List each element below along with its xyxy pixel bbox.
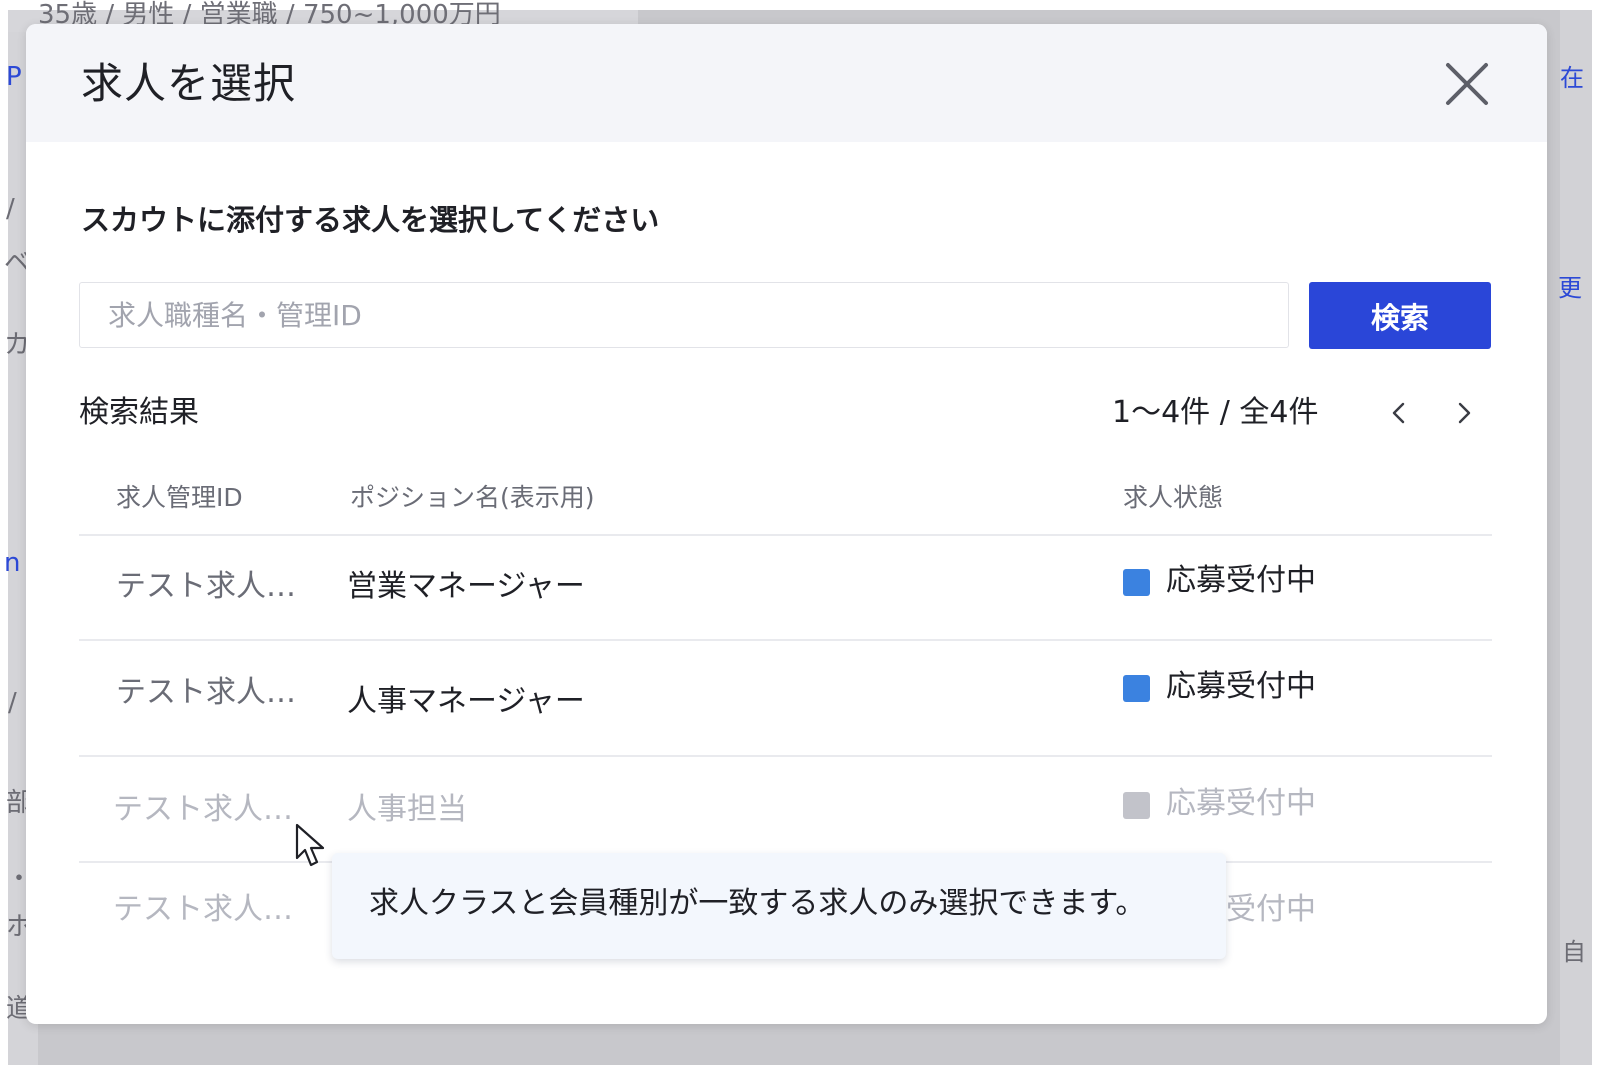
tooltip-text: 求人クラスと会員種別が一致する求人のみ選択できます。 bbox=[369, 886, 1146, 921]
table-row[interactable]: テスト求人… 営業マネージャー 応募受付中 bbox=[79, 536, 1492, 640]
status-label: 応募受付中 bbox=[1166, 786, 1316, 821]
close-button[interactable] bbox=[1444, 61, 1490, 107]
results-heading: 検索結果 bbox=[79, 395, 199, 430]
background-text: / bbox=[8, 688, 17, 718]
column-header-job-status: 求人状態 bbox=[1123, 483, 1224, 512]
search-button[interactable]: 検索 bbox=[1309, 282, 1491, 349]
status-label: 応募受付中 bbox=[1166, 669, 1316, 704]
job-select-dialog: 求人を選択 スカウトに添付する求人を選択してください 検索 検索結果 1〜4件 … bbox=[26, 24, 1547, 1024]
table-row-disabled: テスト求人… 人事担当 応募受付中 bbox=[79, 757, 1492, 861]
close-icon bbox=[1446, 63, 1488, 105]
background-text: n bbox=[4, 548, 21, 578]
background-text: / bbox=[6, 194, 15, 224]
status-indicator bbox=[1123, 675, 1150, 702]
pagination-count: 1〜4件 / 全4件 bbox=[1112, 395, 1319, 430]
job-id-cell: テスト求人… bbox=[116, 569, 296, 604]
selection-restriction-tooltip: 求人クラスと会員種別が一致する求人のみ選択できます。 bbox=[332, 853, 1226, 959]
chevron-right-icon bbox=[1458, 402, 1471, 424]
background-right-panel bbox=[1560, 10, 1592, 1065]
position-name-cell: 人事担当 bbox=[347, 792, 467, 827]
instruction-text: スカウトに添付する求人を選択してください bbox=[81, 203, 660, 237]
next-page-button[interactable] bbox=[1447, 396, 1481, 430]
background-text: 更 bbox=[1558, 274, 1582, 302]
job-id-cell: テスト求人… bbox=[116, 675, 296, 710]
previous-page-button[interactable] bbox=[1382, 396, 1416, 430]
job-id-cell: テスト求人… bbox=[113, 792, 293, 827]
column-header-position-name: ポジション名(表示用) bbox=[350, 483, 595, 512]
status-indicator bbox=[1123, 569, 1150, 596]
background-text: P bbox=[6, 62, 22, 92]
job-id-cell: テスト求人… bbox=[113, 892, 293, 927]
job-search-input[interactable] bbox=[79, 282, 1289, 348]
status-indicator bbox=[1123, 792, 1150, 819]
dialog-title: 求人を選択 bbox=[81, 59, 297, 108]
dialog-header: 求人を選択 bbox=[26, 24, 1547, 142]
position-name-cell: 営業マネージャー bbox=[347, 569, 585, 604]
background-text: 自 bbox=[1562, 938, 1586, 966]
background-text: 在 bbox=[1560, 64, 1584, 92]
table-row[interactable]: テスト求人… 人事マネージャー 応募受付中 bbox=[79, 641, 1492, 755]
position-name-cell: 人事マネージャー bbox=[347, 684, 585, 719]
chevron-left-icon bbox=[1392, 402, 1405, 424]
status-label: 応募受付中 bbox=[1166, 563, 1316, 598]
column-header-job-id: 求人管理ID bbox=[116, 483, 243, 512]
